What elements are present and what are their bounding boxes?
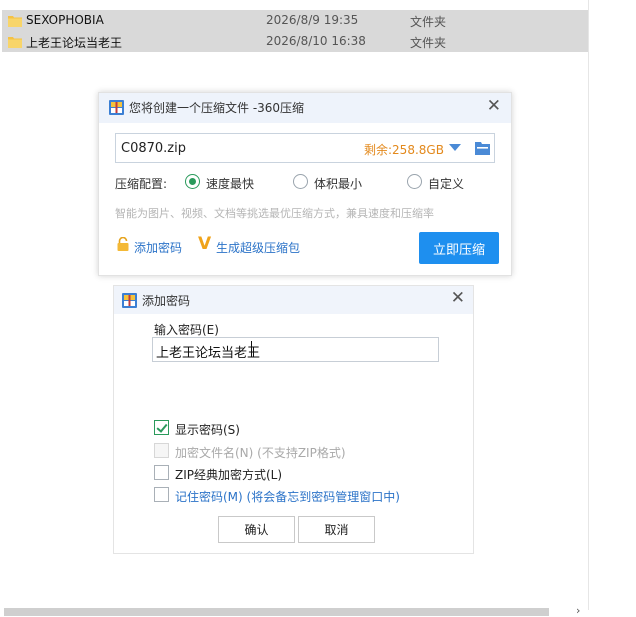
cancel-button[interactable]: 取消 [298,516,375,543]
file-row[interactable]: SEXOPHOBIA 2026/8/9 19:35 文件夹 [2,10,588,31]
zip-classic-encryption-checkbox[interactable] [154,465,169,480]
free-space-label: 剩余:258.8GB [364,143,444,157]
radio-custom[interactable] [407,174,422,189]
radio-smallest[interactable] [293,174,308,189]
archive-filename: C0870.zip [121,141,186,156]
compress-now-button[interactable]: 立即压缩 [419,232,499,264]
password-dialog-titlebar: 添加密码 ✕ [114,286,473,314]
compress-dialog-title: 您将创建一个压缩文件 -360压缩 [129,101,305,115]
column-divider [588,0,589,610]
archive-path-field[interactable]: C0870.zip 剩余:258.8GB [115,133,495,163]
close-icon[interactable]: ✕ [487,96,501,116]
show-password-checkbox[interactable] [154,420,169,435]
compress-dialog: 您将创建一个压缩文件 -360压缩 ✕ C0870.zip 剩余:258.8GB… [98,92,512,276]
compress-dialog-titlebar: 您将创建一个压缩文件 -360压缩 ✕ [99,93,511,123]
confirm-button[interactable]: 确认 [218,516,295,543]
password-dialog: 添加密码 ✕ 输入密码(E) 上老王论坛当老王 显示密码(S) 加密文件名(N)… [113,285,474,554]
lock-icon [117,237,129,251]
folder-icon [8,37,22,48]
remember-password-checkbox[interactable] [154,487,169,502]
archive-app-icon [109,100,124,115]
show-password-label: 显示密码(S) [175,423,240,437]
remember-password-label: 记住密码(M) (将会备忘到密码管理窗口中) [175,490,400,504]
file-date: 2026/8/9 19:35 [266,13,359,27]
archive-app-icon [122,293,137,308]
folder-icon [8,16,22,27]
file-type: 文件夹 [410,15,447,29]
radio-fastest-label: 速度最快 [206,177,255,191]
password-field[interactable]: 上老王论坛当老王 [152,337,439,362]
password-value: 上老王论坛当老王 [156,346,261,361]
encrypt-filenames-checkbox [154,443,169,458]
file-row[interactable]: 上老王论坛当老王 2026/8/10 16:38 文件夹 [2,31,588,52]
super-archive-link[interactable]: 生成超级压缩包 [216,239,300,256]
close-icon[interactable]: ✕ [451,288,465,308]
compress-hint: 智能为图片、视频、文档等挑选最优压缩方式，兼具速度和压缩率 [115,207,434,220]
password-input-label: 输入密码(E) [154,323,219,337]
file-name: SEXOPHOBIA [26,13,104,27]
radio-fastest[interactable] [185,174,200,189]
vip-v-icon: V [198,234,212,254]
radio-custom-label: 自定义 [428,177,465,191]
radio-smallest-label: 体积最小 [314,177,363,191]
text-caret [251,341,252,357]
horizontal-scrollbar[interactable] [4,608,549,616]
compress-config-label: 压缩配置: [115,177,168,191]
browse-folder-icon[interactable] [475,141,490,155]
add-password-link[interactable]: 添加密码 [134,239,182,256]
scroll-right-arrow-icon[interactable]: › [576,604,580,617]
chevron-down-icon[interactable] [449,144,461,151]
file-date: 2026/8/10 16:38 [266,34,366,48]
encrypt-filenames-label: 加密文件名(N) (不支持ZIP格式) [175,446,346,460]
password-dialog-title: 添加密码 [142,294,191,308]
file-type: 文件夹 [410,36,447,50]
file-name: 上老王论坛当老王 [26,36,123,50]
zip-classic-encryption-label: ZIP经典加密方式(L) [175,468,283,482]
